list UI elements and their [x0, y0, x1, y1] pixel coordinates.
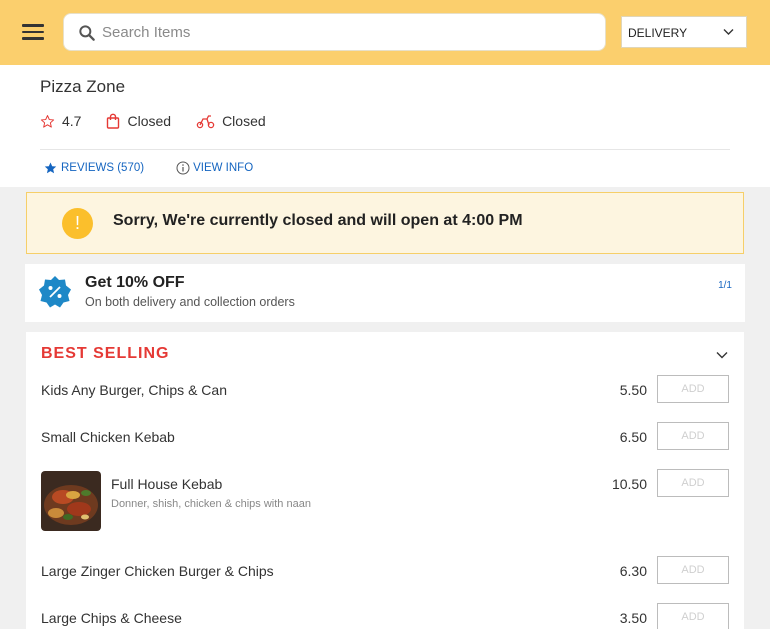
chevron-down-icon: [723, 29, 734, 35]
promo-counter: 1/1: [718, 280, 732, 291]
promo-title: Get 10% OFF: [85, 274, 185, 291]
menu-item-name: Small Chicken Kebab: [41, 429, 175, 445]
category-title[interactable]: BEST SELLING: [41, 345, 169, 363]
pickup-status: Closed: [106, 113, 171, 129]
rating-value: 4.7: [62, 113, 82, 129]
exclamation-icon: !: [62, 208, 93, 239]
menu-category: BEST SELLING Kids Any Burger, Chips & Ca…: [26, 332, 744, 629]
percent-badge-icon: [39, 276, 71, 308]
store-header: Pizza Zone 4.7 Closed Closed REVIEWS (57…: [0, 65, 770, 187]
menu-icon[interactable]: [20, 20, 46, 44]
search-input[interactable]: [102, 20, 592, 44]
menu-item-price: 6.50: [619, 429, 647, 445]
reviews-link-label: REVIEWS (570): [61, 162, 145, 174]
view-info-label: VIEW INFO: [193, 162, 254, 174]
shopping-bag-icon: [107, 113, 120, 129]
promo-subtitle: On both delivery and collection orders: [85, 295, 295, 309]
store-meta: 4.7 Closed Closed: [40, 113, 291, 129]
menu-item-name: Large Chips & Cheese: [41, 610, 182, 626]
info-icon: [176, 161, 190, 175]
menu-item-image: [41, 471, 101, 531]
store-name: Pizza Zone: [40, 77, 126, 96]
scooter-icon: [196, 114, 215, 128]
view-info-link[interactable]: VIEW INFO: [176, 161, 253, 175]
add-button[interactable]: ADD: [657, 603, 729, 629]
add-button[interactable]: ADD: [657, 422, 729, 450]
pickup-status-text: Closed: [127, 113, 172, 129]
order-mode-select[interactable]: DELIVERY: [621, 16, 747, 48]
search-icon: [79, 25, 95, 41]
divider: [40, 149, 730, 150]
menu-item-description: Donner, shish, chicken & chips with naan: [111, 498, 311, 510]
delivery-status: Closed: [196, 113, 266, 129]
menu-item-name: Kids Any Burger, Chips & Can: [41, 382, 227, 398]
store-links: REVIEWS (570) VIEW INFO: [43, 161, 285, 175]
chevron-down-icon[interactable]: [716, 351, 728, 359]
search-bar[interactable]: [63, 13, 606, 51]
menu-item-price: 3.50: [619, 610, 647, 626]
menu-item-name: Full House Kebab: [111, 476, 223, 492]
add-button[interactable]: ADD: [657, 469, 729, 497]
add-button[interactable]: ADD: [657, 375, 729, 403]
star-icon: [44, 162, 57, 174]
star-outline-icon: [40, 114, 55, 128]
closed-notice-text: Sorry, We're currently closed and will o…: [113, 212, 523, 229]
store-rating: 4.7: [40, 113, 81, 129]
menu-item-name: Large Zinger Chicken Burger & Chips: [41, 563, 274, 579]
app-header: DELIVERY: [0, 0, 770, 65]
menu-item-price: 10.50: [611, 476, 647, 492]
delivery-status-text: Closed: [222, 113, 266, 129]
add-button[interactable]: ADD: [657, 556, 729, 584]
reviews-link[interactable]: REVIEWS (570): [43, 161, 144, 175]
order-mode-value: DELIVERY: [628, 26, 688, 40]
menu-item-price: 5.50: [619, 382, 647, 398]
promo-card[interactable]: Get 10% OFF On both delivery and collect…: [25, 264, 745, 322]
closed-notice: ! Sorry, We're currently closed and will…: [26, 192, 744, 254]
menu-item-price: 6.30: [619, 563, 647, 579]
